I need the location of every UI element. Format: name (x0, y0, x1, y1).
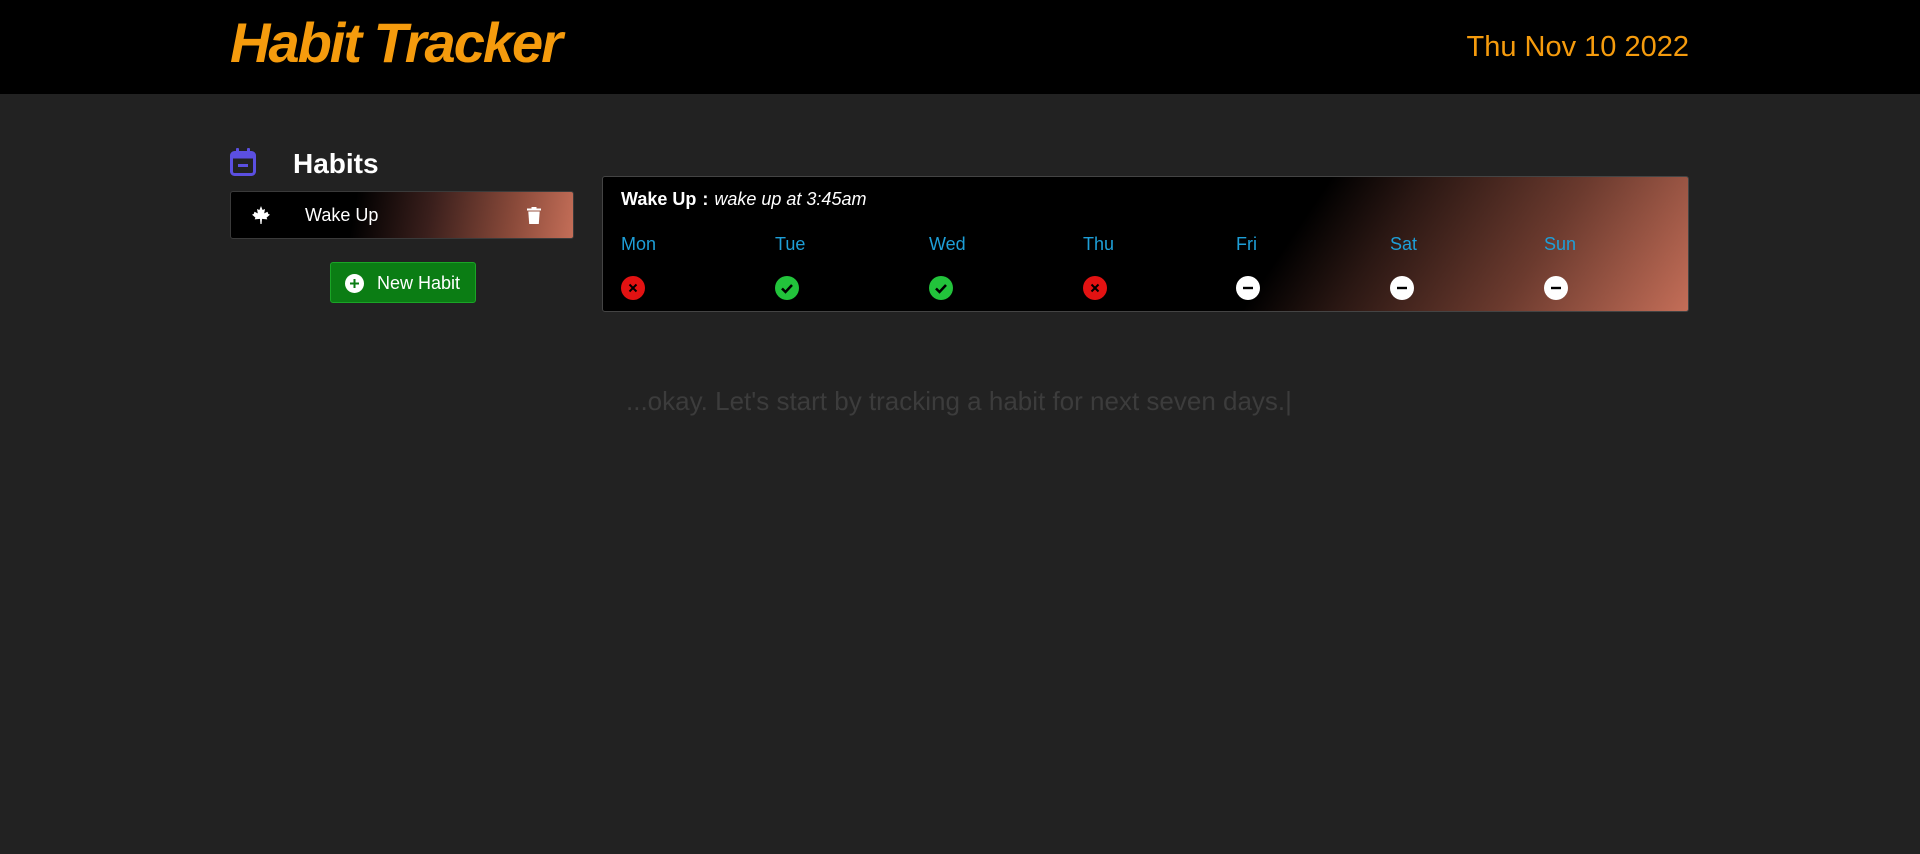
day-label: Mon (621, 234, 657, 254)
day-thu: Thu (1083, 234, 1143, 304)
done-status-icon[interactable] (929, 276, 953, 300)
missed-status-icon[interactable] (1083, 276, 1107, 300)
app-title: Habit Tracker (230, 11, 563, 74)
sidebar-item-wake-up[interactable]: Wake Up (230, 191, 574, 239)
day-sun: Sun (1544, 234, 1604, 304)
maple-leaf-icon (252, 206, 270, 224)
sidebar-item-label: Wake Up (305, 205, 379, 225)
day-wed: Wed (929, 234, 989, 304)
pending-status-icon[interactable] (1236, 276, 1260, 300)
habit-name: Wake Up (621, 189, 697, 209)
pending-status-icon[interactable] (1390, 276, 1414, 300)
habit-card-title: Wake Up: wake up at 3:45am (621, 189, 866, 210)
day-tue: Tue (775, 234, 835, 304)
day-fri: Fri (1236, 234, 1296, 304)
trash-icon[interactable] (527, 207, 541, 224)
missed-status-icon[interactable] (621, 276, 645, 300)
top-bar: Habit Tracker Thu Nov 10 2022 (0, 0, 1920, 94)
pending-status-icon[interactable] (1544, 276, 1568, 300)
day-label: Wed (929, 234, 966, 254)
day-sat: Sat (1390, 234, 1450, 304)
day-label: Sun (1544, 234, 1577, 254)
day-mon: Mon (621, 234, 681, 304)
done-status-icon[interactable] (775, 276, 799, 300)
calendar-minus-icon (230, 148, 256, 176)
habit-separator: : (702, 189, 709, 209)
plus-circle-icon (345, 274, 364, 293)
habits-header: Habits (230, 148, 574, 182)
habit-description: wake up at 3:45am (714, 189, 867, 209)
current-date: Thu Nov 10 2022 (1466, 31, 1689, 63)
day-label: Thu (1083, 234, 1115, 254)
day-label: Fri (1236, 234, 1257, 254)
day-label: Tue (775, 234, 806, 254)
habit-card: Wake Up: wake up at 3:45am Mon Tue Wed Th… (602, 176, 1689, 312)
day-label: Sat (1390, 234, 1418, 254)
typing-message: ...okay. Let's start by tracking a habit… (626, 386, 1292, 416)
new-habit-button[interactable]: New Habit (330, 262, 476, 303)
new-habit-label: New Habit (377, 273, 461, 293)
habits-title: Habits (293, 148, 379, 179)
